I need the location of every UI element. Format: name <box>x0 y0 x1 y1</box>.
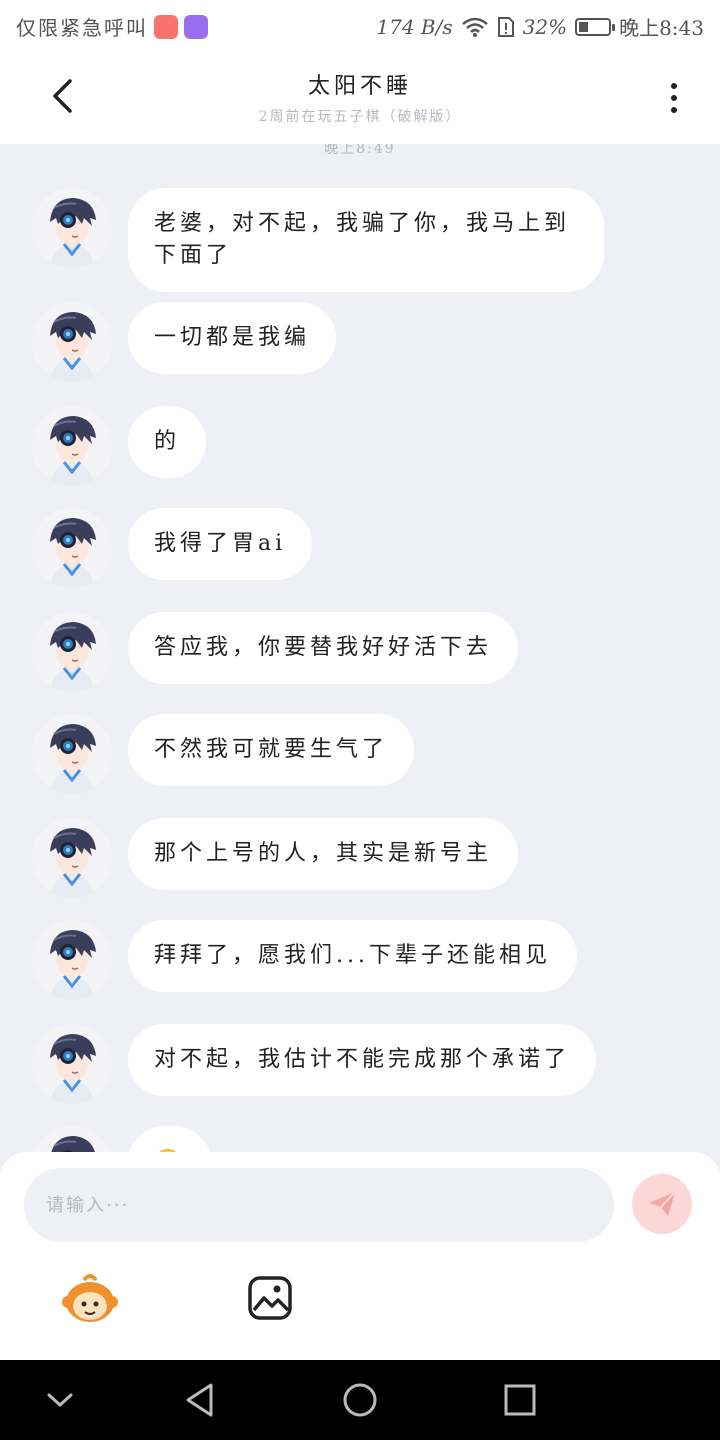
message-row: 的 <box>32 406 207 486</box>
message-row: 我得了胃ai <box>32 508 313 588</box>
more-vertical-icon <box>671 95 677 101</box>
wifi-icon <box>461 17 488 37</box>
more-options-button[interactable] <box>656 76 692 120</box>
message-bubble[interactable]: 一切都是我编 <box>128 302 337 374</box>
send-button[interactable] <box>632 1174 692 1234</box>
message-row: 老婆，对不起，我骗了你，我马上到下面了 <box>32 188 604 292</box>
system-nav-bar <box>0 1360 720 1440</box>
message-bubble[interactable]: 老婆，对不起，我骗了你，我马上到下面了 <box>128 188 604 292</box>
carrier-text: 仅限紧急呼叫 <box>16 16 148 40</box>
triangle-back-icon <box>186 1383 213 1417</box>
avatar[interactable] <box>32 406 112 486</box>
battery-icon <box>575 17 616 36</box>
back-button[interactable] <box>40 74 84 118</box>
paper-plane-icon <box>649 1191 676 1216</box>
chevron-down-icon <box>47 1393 73 1408</box>
message-bubble[interactable]: 答应我，你要替我好好活下去 <box>128 612 519 684</box>
network-speed: 174 B/s <box>376 14 453 39</box>
app-notification-icon <box>184 14 208 39</box>
contact-status: 2周前在玩五子棋（破解版） <box>258 109 462 125</box>
circle-home-icon <box>343 1383 377 1417</box>
image-icon <box>248 1276 292 1320</box>
message-row: 不然我可就要生气了 <box>32 714 415 794</box>
nav-recents-button[interactable] <box>500 1380 540 1420</box>
chevron-left-icon <box>53 79 72 113</box>
message-row: 答应我，你要替我好好活下去 <box>32 612 519 692</box>
battery-level <box>579 21 589 32</box>
message-input[interactable] <box>24 1168 614 1242</box>
message-row: 😊 <box>32 1126 212 1154</box>
monkey-sticker-icon <box>62 1274 118 1322</box>
app-notification-icon <box>154 14 178 39</box>
message-bubble[interactable]: 拜拜了，愿我们...下辈子还能相见 <box>128 920 577 992</box>
message-bubble[interactable]: 不然我可就要生气了 <box>128 714 415 786</box>
nav-home-button[interactable] <box>340 1380 380 1420</box>
avatar[interactable] <box>32 508 112 588</box>
more-vertical-icon <box>671 83 677 89</box>
contact-name: 太阳不睡 <box>307 74 412 99</box>
more-vertical-icon <box>671 107 677 113</box>
avatar[interactable] <box>32 188 112 268</box>
message-row: 拜拜了，愿我们...下辈子还能相见 <box>32 920 577 1000</box>
chat-header: 太阳不睡 2周前在玩五子棋（破解版） <box>0 50 720 144</box>
title-wrap: 太阳不睡 2周前在玩五子棋（破解版） <box>160 68 560 126</box>
sim-alert-icon <box>497 16 514 37</box>
image-picker-button[interactable] <box>246 1274 294 1322</box>
avatar[interactable] <box>32 714 112 794</box>
input-panel <box>0 1152 720 1360</box>
chat-messages[interactable]: 晚上8:49 老婆，对不起，我骗了你，我马上到下面了 一切都是我编 的 我得了胃… <box>0 144 720 1154</box>
avatar[interactable] <box>32 920 112 1000</box>
message-row: 那个上号的人，其实是新号主 <box>32 818 519 898</box>
message-row: 对不起，我估计不能完成那个承诺了 <box>32 1024 597 1104</box>
message-bubble[interactable]: 那个上号的人，其实是新号主 <box>128 818 519 890</box>
message-timestamp: 晚上8:49 <box>324 144 396 157</box>
avatar[interactable] <box>32 1024 112 1104</box>
avatar[interactable] <box>32 818 112 898</box>
message-row: 一切都是我编 <box>32 302 337 382</box>
status-right: 174 B/s 32% 晚上8:43 <box>376 12 704 41</box>
nav-down-button[interactable] <box>40 1380 80 1420</box>
battery-percent: 32% <box>522 14 568 39</box>
nav-back-button[interactable] <box>180 1380 220 1420</box>
message-bubble[interactable]: 😊 <box>128 1126 212 1154</box>
status-bar: 仅限紧急呼叫 174 B/s 32% 晚上8:43 <box>0 0 720 50</box>
square-recents-icon <box>504 1384 536 1416</box>
status-left: 仅限紧急呼叫 <box>16 12 208 41</box>
avatar[interactable] <box>32 1126 112 1154</box>
message-bubble[interactable]: 的 <box>128 406 207 478</box>
avatar[interactable] <box>32 612 112 692</box>
avatar[interactable] <box>32 302 112 382</box>
status-time: 晚上8:43 <box>619 16 704 40</box>
sticker-button[interactable] <box>60 1270 120 1326</box>
message-bubble[interactable]: 我得了胃ai <box>128 508 313 580</box>
message-bubble[interactable]: 对不起，我估计不能完成那个承诺了 <box>128 1024 597 1096</box>
